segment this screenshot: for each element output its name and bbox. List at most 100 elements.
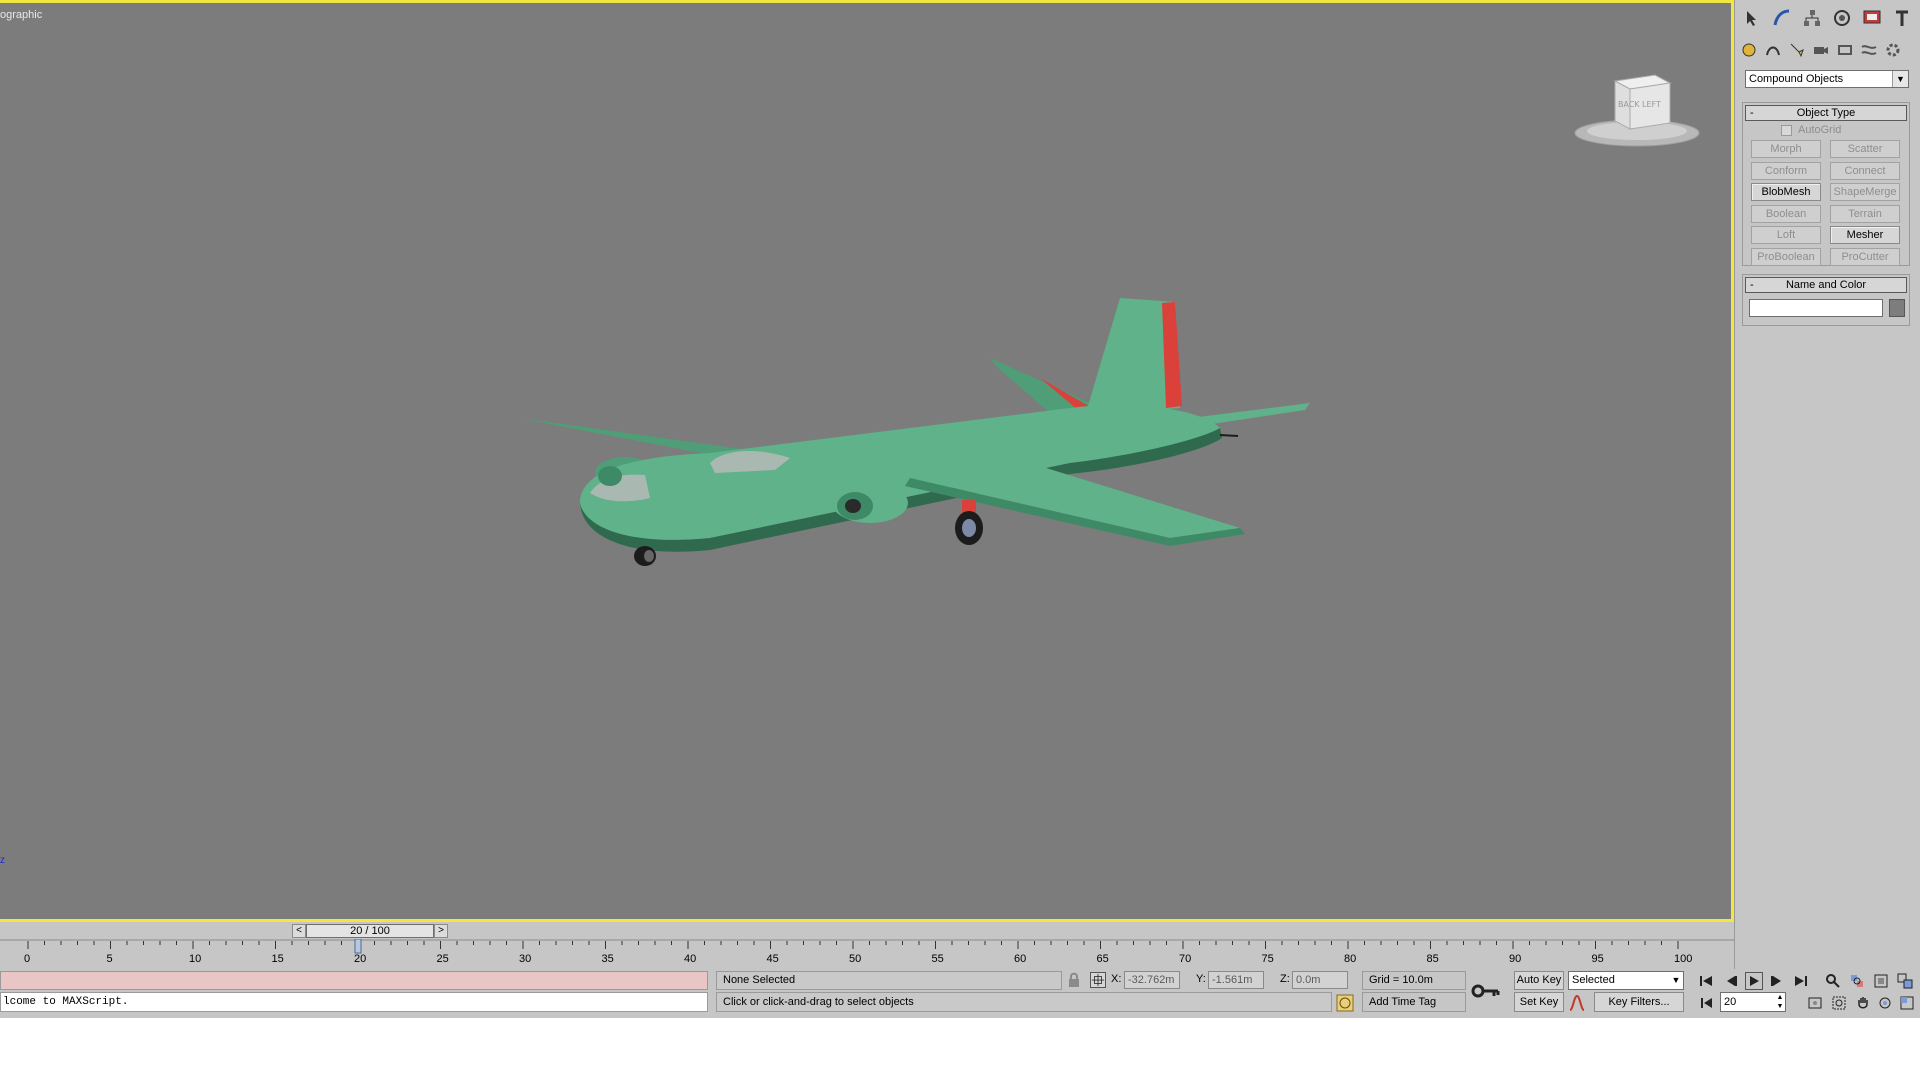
utilities-icon[interactable]	[1889, 6, 1915, 30]
chevron-down-icon[interactable]: ▼	[1669, 972, 1683, 989]
track-tick-label: 15	[272, 953, 284, 965]
maximize-viewport-icon[interactable]	[1898, 994, 1916, 1012]
track-tick-label: 30	[519, 953, 531, 965]
name-and-color-title: Name and Color	[1785, 279, 1867, 291]
add-time-tag-button[interactable]: Add Time Tag	[1362, 992, 1466, 1012]
x-coord-label: X:	[1111, 973, 1122, 985]
frame-spinner-icon[interactable]: ▲ ▼	[1775, 993, 1785, 1011]
checkbox-box[interactable]	[1781, 124, 1792, 136]
region-zoom-icon[interactable]	[1830, 994, 1848, 1012]
compound-morph-button[interactable]: Morph	[1751, 140, 1821, 158]
helpers-icon[interactable]	[1835, 38, 1855, 62]
track-tick-label: 55	[932, 953, 944, 965]
time-slider-prev-button[interactable]: <	[292, 924, 306, 938]
track-tick-label: 35	[602, 953, 614, 965]
time-slider-next-button[interactable]: >	[434, 924, 448, 938]
cameras-icon[interactable]	[1811, 38, 1831, 62]
selection-lock-icon[interactable]	[1066, 972, 1082, 988]
object-type-rollout-header[interactable]: - Object Type	[1745, 105, 1907, 121]
current-frame-field[interactable]: 20 ▲ ▼	[1720, 992, 1786, 1012]
go-to-start-icon[interactable]	[1697, 972, 1715, 990]
track-tick-label: 5	[107, 953, 113, 965]
axis-tripod-z: z	[0, 855, 5, 866]
object-name-input[interactable]	[1749, 299, 1883, 317]
compound-scatter-button[interactable]: Scatter	[1830, 140, 1900, 158]
zoom-extents-icon[interactable]	[1872, 972, 1890, 990]
track-tick-label: 50	[849, 953, 861, 965]
key-mode-dropdown[interactable]: Selected ▼	[1568, 971, 1684, 990]
track-tick-label: 40	[684, 953, 696, 965]
time-slider[interactable]: < 20 / 100 >	[0, 922, 1734, 939]
track-tick-label: 10	[189, 953, 201, 965]
compound-conform-button[interactable]: Conform	[1751, 161, 1821, 180]
compound-terrain-button[interactable]: Terrain	[1830, 204, 1900, 223]
next-frame-icon[interactable]	[1768, 972, 1786, 990]
track-tick-label: 85	[1427, 953, 1439, 965]
chevron-down-icon[interactable]: ▼	[1892, 71, 1908, 87]
name-and-color-rollout-header[interactable]: - Name and Color	[1745, 277, 1907, 293]
viewport-perspective[interactable]: ographic z BACK LEFT	[0, 0, 1734, 922]
y-coord-field[interactable]: -1.561m	[1208, 971, 1264, 989]
autogrid-checkbox[interactable]: AutoGrid	[1781, 124, 1841, 136]
go-to-end-icon[interactable]	[1792, 972, 1810, 990]
key-mode-toggle-icon[interactable]	[1697, 994, 1715, 1012]
viewcube-left-label: LEFT	[1642, 100, 1661, 109]
hierarchy-icon[interactable]	[1799, 6, 1825, 30]
previous-frame-icon[interactable]	[1722, 972, 1740, 990]
viewport-label[interactable]: ographic	[0, 9, 42, 21]
time-tag-icon[interactable]	[1336, 994, 1354, 1012]
track-bar[interactable]: 0 5 10 15 20 25 30 35 40 45 50 55 60 65 70 75 80 85 90 95 10…	[0, 939, 1734, 969]
key-filters-button[interactable]: Key Filters...	[1594, 992, 1684, 1012]
object-type-title: Object Type	[1796, 107, 1856, 119]
aircraft-model[interactable]	[510, 288, 1310, 588]
status-bar: lcome to MAXScript. None Selected Click …	[0, 969, 1920, 1018]
autogrid-label: AutoGrid	[1798, 124, 1842, 136]
prompt-line: Click or click-and-drag to select object…	[716, 992, 1332, 1012]
orbit-icon[interactable]	[1876, 994, 1894, 1012]
field-of-view-icon[interactable]	[1806, 994, 1824, 1012]
compound-boolean-button[interactable]: Boolean	[1751, 204, 1821, 223]
compound-procutter-button[interactable]: ProCutter	[1830, 247, 1900, 266]
x-coord-field[interactable]: -32.762m	[1124, 971, 1180, 989]
shapes-icon[interactable]	[1763, 38, 1783, 62]
name-and-color-rollout: - Name and Color	[1742, 274, 1910, 326]
absolute-mode-icon[interactable]	[1090, 972, 1106, 988]
track-tick-label: 80	[1344, 953, 1356, 965]
maxscript-listener-output[interactable]: lcome to MAXScript.	[0, 992, 708, 1012]
z-coord-field[interactable]: 0.0m	[1292, 971, 1348, 989]
set-key-button[interactable]: Set Key	[1514, 992, 1564, 1012]
zoom-icon[interactable]	[1824, 972, 1842, 990]
lights-icon[interactable]	[1787, 38, 1807, 62]
zoom-all-icon[interactable]	[1848, 972, 1866, 990]
compound-loft-button[interactable]: Loft	[1751, 226, 1821, 244]
compound-shapemerge-button[interactable]: ShapeMerge	[1830, 183, 1900, 201]
auto-key-button[interactable]: Auto Key	[1514, 971, 1564, 990]
object-color-swatch[interactable]	[1889, 299, 1905, 317]
track-bar-ruler[interactable]: 0 5 10 15 20 25 30 35 40 45 50 55 60 65 70 75 80 85 90 95 10…	[0, 939, 1734, 969]
command-panel-sub-tabs	[1739, 38, 1903, 62]
geometry-icon[interactable]	[1739, 38, 1759, 62]
create-curve-icon[interactable]	[1769, 6, 1795, 30]
maxscript-listener-input[interactable]	[0, 971, 708, 990]
time-slider-thumb[interactable]: 20 / 100	[306, 924, 434, 938]
viewcube[interactable]: BACK LEFT	[1570, 71, 1705, 151]
key-tangent-icon[interactable]	[1568, 994, 1586, 1012]
pan-hand-icon[interactable]	[1854, 994, 1872, 1012]
track-tick-label: 75	[1262, 953, 1274, 965]
display-icon[interactable]	[1859, 6, 1885, 30]
compound-proboolean-button[interactable]: ProBoolean	[1751, 247, 1821, 266]
play-icon[interactable]	[1745, 972, 1763, 990]
spacewarps-icon[interactable]	[1859, 38, 1879, 62]
track-tick-label: 90	[1509, 953, 1521, 965]
track-tick-label: 60	[1014, 953, 1026, 965]
compound-connect-button[interactable]: Connect	[1830, 161, 1900, 180]
zoom-extents-all-icon[interactable]	[1896, 972, 1914, 990]
systems-icon[interactable]	[1883, 38, 1903, 62]
compound-blobmesh-button[interactable]: BlobMesh	[1751, 183, 1821, 201]
select-icon[interactable]	[1739, 6, 1765, 30]
key-icon[interactable]	[1470, 975, 1502, 1007]
category-dropdown[interactable]: Compound Objects ▼	[1745, 70, 1909, 88]
compound-mesher-button[interactable]: Mesher	[1830, 226, 1900, 244]
command-panel: Compound Objects ▼ - Object Type AutoGrid…	[1734, 0, 1920, 1018]
motion-icon[interactable]	[1829, 6, 1855, 30]
